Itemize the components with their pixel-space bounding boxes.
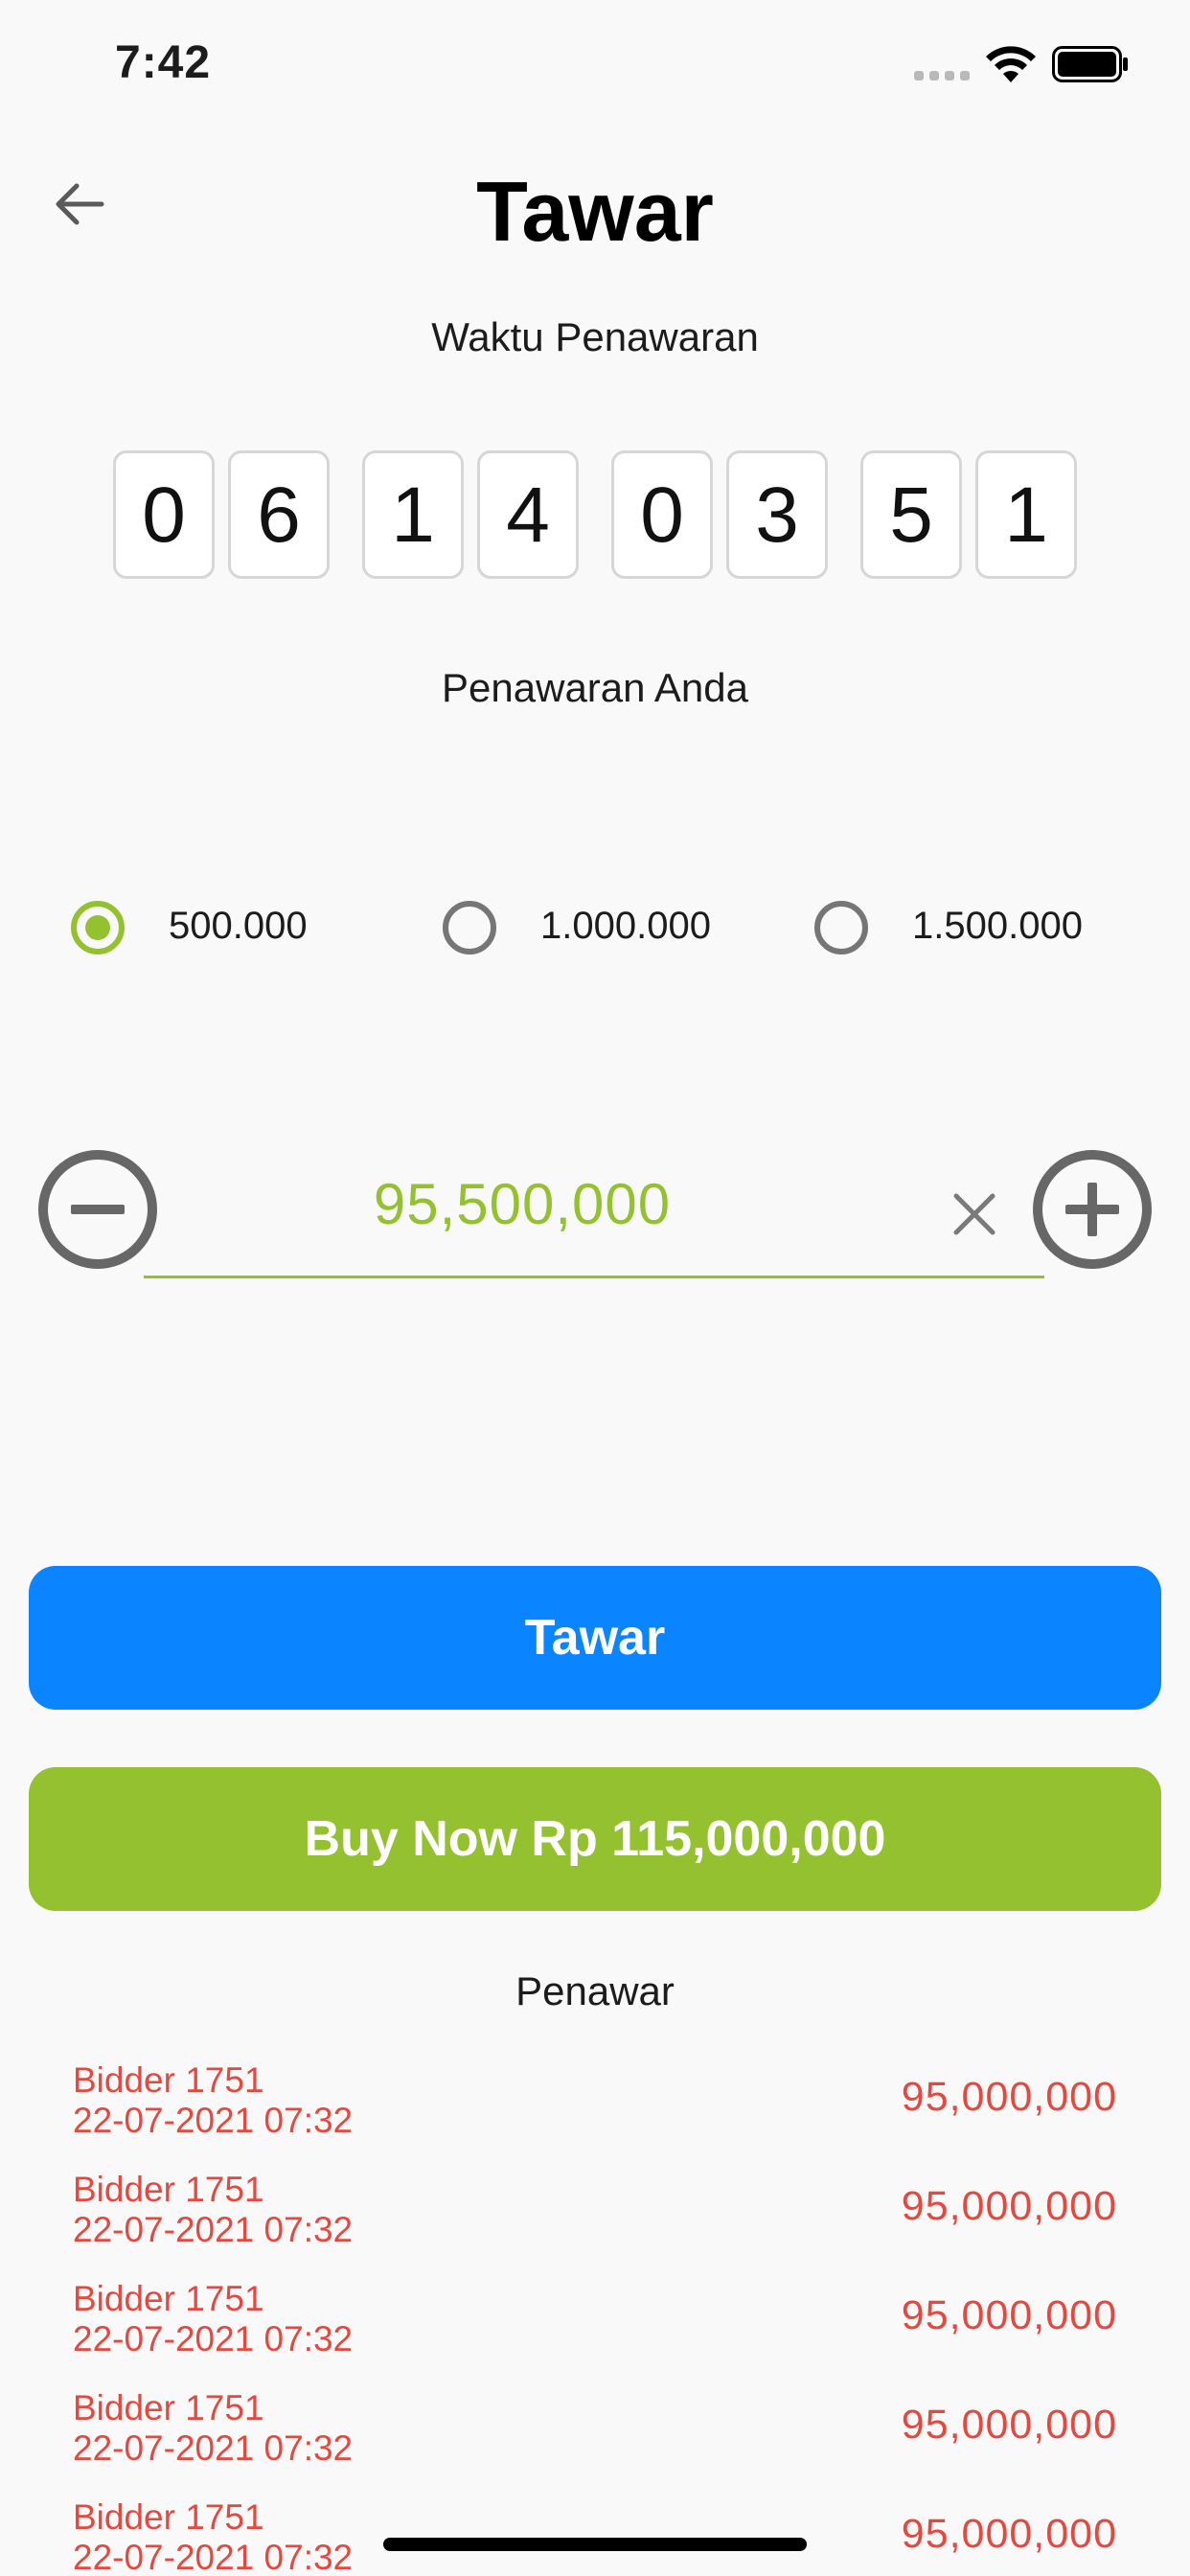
increment-label: 1.000.000	[540, 905, 711, 947]
radio-selected-icon[interactable]	[71, 901, 125, 954]
status-time: 7:42	[115, 37, 212, 88]
clear-icon[interactable]	[949, 1188, 1000, 1240]
bidder-row: Bidder 1751 22-07-2021 07:32 95,000,000	[0, 2269, 1190, 2379]
your-bid-label: Penawaran Anda	[442, 665, 748, 710]
wifi-icon	[986, 46, 1036, 82]
bid-date: 22-07-2021 07:32	[73, 2538, 354, 2576]
bidder-row: Bidder 1751 22-07-2021 07:32 95,000,000	[0, 2488, 1190, 2576]
increment-label: 500.000	[169, 905, 308, 947]
bidder-row: Bidder 1751 22-07-2021 07:32 95,000,000	[0, 2051, 1190, 2160]
bid-amount-field[interactable]: 95,500,000	[144, 1140, 1044, 1278]
increment-label: 1.500.000	[912, 905, 1083, 947]
increment-option-1-5m[interactable]: 1.500.000	[814, 891, 1140, 968]
timer-digit: 5	[860, 450, 962, 579]
bidder-name: Bidder 1751	[73, 2170, 264, 2209]
bid-date: 22-07-2021 07:32	[73, 2428, 354, 2468]
timer-digit: 1	[975, 450, 1077, 579]
timer-digit: 0	[113, 450, 215, 579]
bid-date: 22-07-2021 07:32	[73, 2319, 354, 2358]
plus-icon-vertical	[1087, 1183, 1097, 1236]
bid-date: 22-07-2021 07:32	[73, 2101, 354, 2140]
bidder-name: Bidder 1751	[73, 2388, 264, 2427]
buy-now-button[interactable]: Buy Now Rp 115,000,000	[29, 1767, 1161, 1911]
bid-button[interactable]: Tawar	[29, 1566, 1161, 1710]
timer-digit: 0	[611, 450, 713, 579]
timer-digit: 1	[362, 450, 464, 579]
bid-amount-value[interactable]: 95,500,000	[144, 1171, 901, 1237]
bid-amount: 95,000,000	[901, 2074, 1117, 2120]
timer-digit: 6	[228, 450, 330, 579]
bidder-name: Bidder 1751	[73, 2279, 264, 2318]
cellular-signal-icon	[914, 71, 970, 80]
bidder-name: Bidder 1751	[73, 2497, 264, 2537]
radio-unselected-icon[interactable]	[814, 901, 868, 954]
timer-label: Waktu Penawaran	[431, 314, 759, 359]
bid-amount: 95,000,000	[901, 2183, 1117, 2229]
bid-amount: 95,000,000	[901, 2511, 1117, 2557]
increment-option-500k[interactable]: 500.000	[71, 891, 378, 968]
increase-button[interactable]	[1033, 1150, 1152, 1269]
decrease-button[interactable]	[38, 1150, 157, 1269]
bidders-label: Penawar	[515, 1968, 675, 2013]
bidder-name: Bidder 1751	[73, 2060, 264, 2100]
timer-digit: 3	[726, 450, 828, 579]
timer-digit: 4	[477, 450, 579, 579]
battery-icon	[1052, 46, 1128, 82]
bidder-row: Bidder 1751 22-07-2021 07:32 95,000,000	[0, 2160, 1190, 2269]
bid-amount: 95,000,000	[901, 2402, 1117, 2448]
status-bar: 7:42	[0, 0, 1190, 126]
increment-option-1m[interactable]: 1.000.000	[443, 891, 749, 968]
bidder-row: Bidder 1751 22-07-2021 07:32 95,000,000	[0, 2379, 1190, 2488]
page-title: Tawar	[476, 164, 714, 259]
nav-header: Tawar	[0, 144, 1190, 268]
minus-icon	[71, 1205, 125, 1214]
radio-unselected-icon[interactable]	[443, 901, 496, 954]
home-indicator[interactable]	[383, 2538, 807, 2551]
bid-amount: 95,000,000	[901, 2292, 1117, 2338]
bid-date: 22-07-2021 07:32	[73, 2210, 354, 2249]
